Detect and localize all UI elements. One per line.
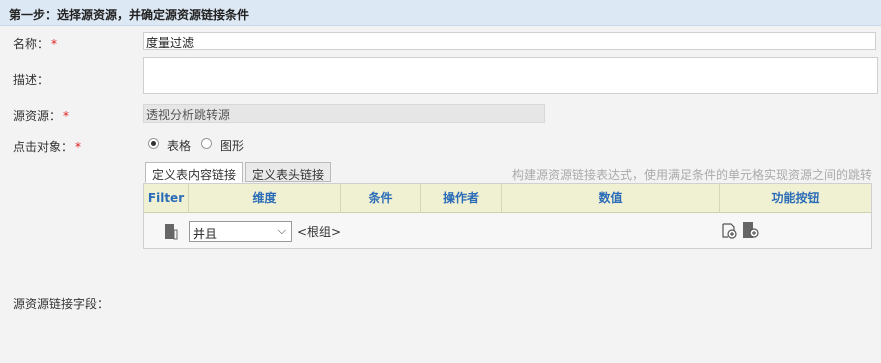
tab-header-link[interactable]: 定义表头链接	[245, 162, 332, 182]
click-target-label: 点击对象： *	[13, 140, 82, 154]
chevron-down-icon: ⌵	[277, 224, 286, 237]
condition-grid: Filter 维度 条件 操作者 数值 功能按钮 并且 ⌵ <根组>	[143, 183, 872, 249]
step-header: 第一步：选择源资源，并确定源资源链接条件	[0, 0, 881, 26]
name-label: 名称： *	[13, 37, 58, 51]
link-field-label: 源资源链接字段：	[13, 297, 110, 311]
root-group-label: <根组>	[297, 225, 342, 239]
desc-label: 描述：	[13, 73, 50, 87]
add-group-icon[interactable]	[743, 222, 759, 239]
tab-content-link[interactable]: 定义表内容链接	[145, 162, 244, 183]
required-mark: *	[51, 37, 58, 51]
grid-header-condition: 条件	[341, 184, 421, 212]
step-title: 第一步：选择源资源，并确定源资源链接条件	[9, 8, 250, 22]
operator-select[interactable]: 并且 ⌵	[189, 221, 292, 242]
source-field: 透视分析跳转源	[143, 104, 545, 123]
grid-header: Filter 维度 条件 操作者 数值 功能按钮	[144, 184, 871, 213]
name-input[interactable]: 度量过滤	[143, 32, 876, 50]
grid-header-dimension: 维度	[189, 184, 341, 212]
required-mark: *	[75, 140, 82, 154]
radio-table-label: 表格	[167, 139, 192, 153]
grid-header-filter: Filter	[144, 184, 189, 212]
hint-text: 构建源资源链接表达式，使用满足条件的单元格实现资源之间的跳转	[512, 168, 873, 182]
grid-header-value: 数值	[502, 184, 720, 212]
grid-header-actions: 功能按钮	[771, 191, 820, 205]
filter-node-icon[interactable]	[165, 224, 178, 240]
source-label: 源资源： *	[13, 109, 70, 123]
operator-select-value: 并且	[193, 227, 218, 241]
desc-textarea[interactable]	[143, 57, 878, 94]
add-condition-icon[interactable]	[721, 223, 737, 239]
grid-header-operator: 操作者	[421, 184, 502, 212]
radio-chart-label: 图形	[220, 139, 245, 153]
radio-table[interactable]	[148, 138, 159, 149]
radio-chart[interactable]	[201, 138, 212, 149]
required-mark: *	[63, 109, 70, 123]
